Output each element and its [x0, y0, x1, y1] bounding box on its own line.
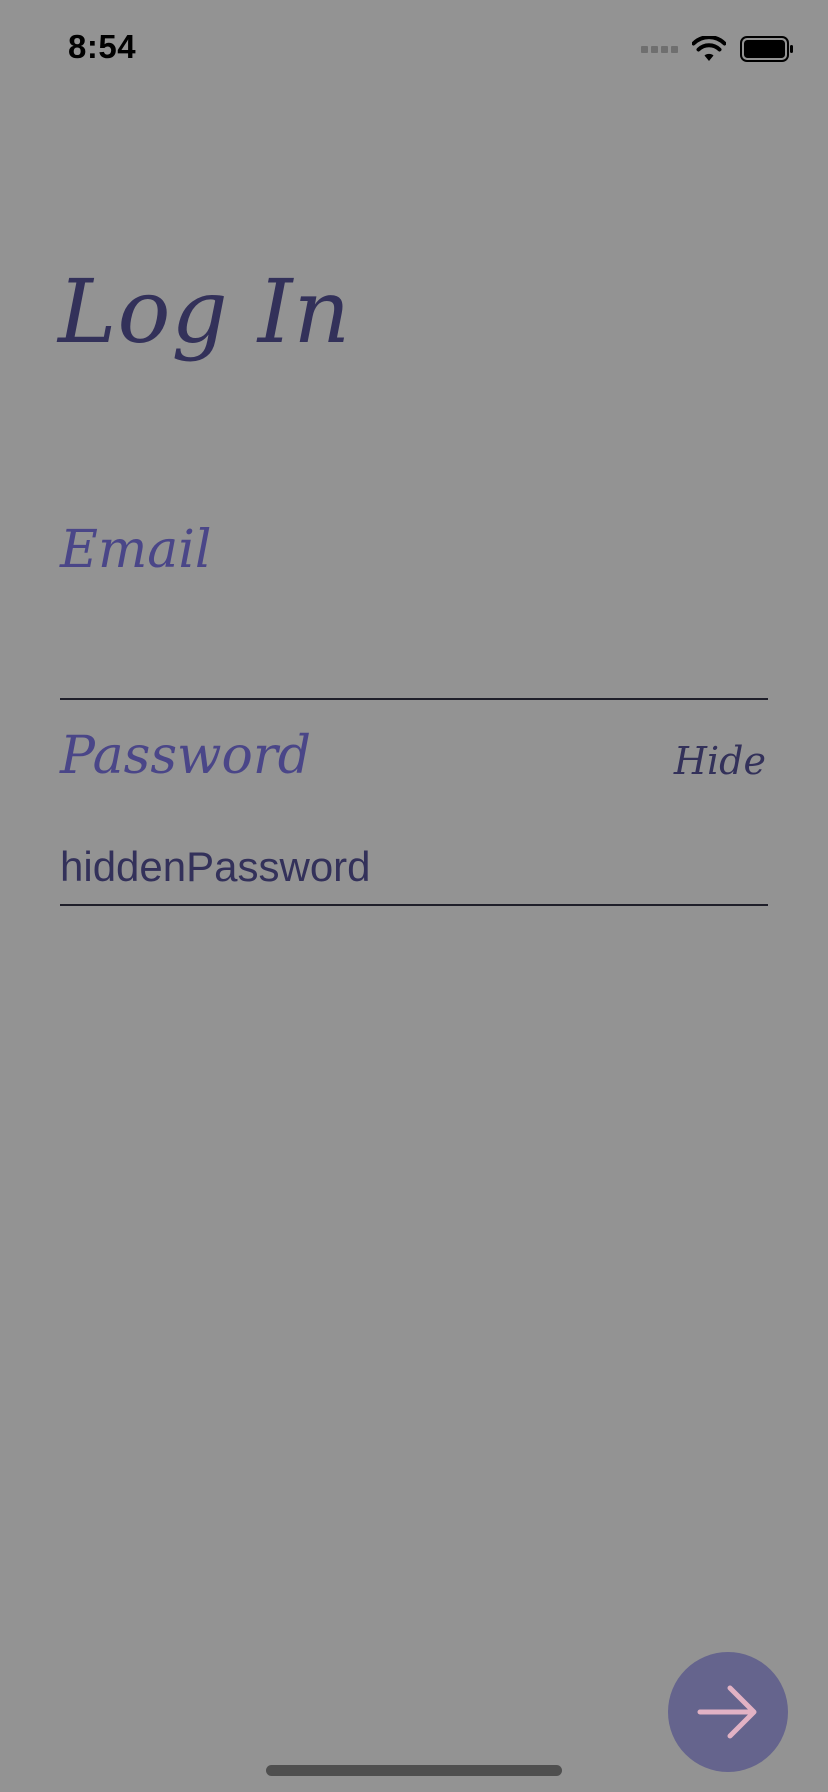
arrow-right-icon: [697, 1685, 757, 1739]
hide-password-toggle[interactable]: Hide: [674, 742, 766, 780]
status-bar: 8:54: [0, 0, 828, 100]
battery-icon: [740, 36, 793, 62]
home-indicator[interactable]: [266, 1765, 562, 1776]
password-field[interactable]: hiddenPassword: [60, 826, 768, 906]
wifi-icon: [692, 36, 726, 61]
cellular-signal-icon: [641, 45, 678, 53]
password-label: Password: [60, 726, 311, 786]
password-value: hiddenPassword: [60, 843, 371, 890]
status-icons: [641, 34, 794, 64]
email-field[interactable]: [60, 620, 768, 700]
page-title: Log In: [58, 260, 352, 363]
email-label: Email: [60, 520, 212, 580]
next-button[interactable]: [668, 1652, 788, 1772]
status-time: 8:54: [68, 28, 137, 65]
